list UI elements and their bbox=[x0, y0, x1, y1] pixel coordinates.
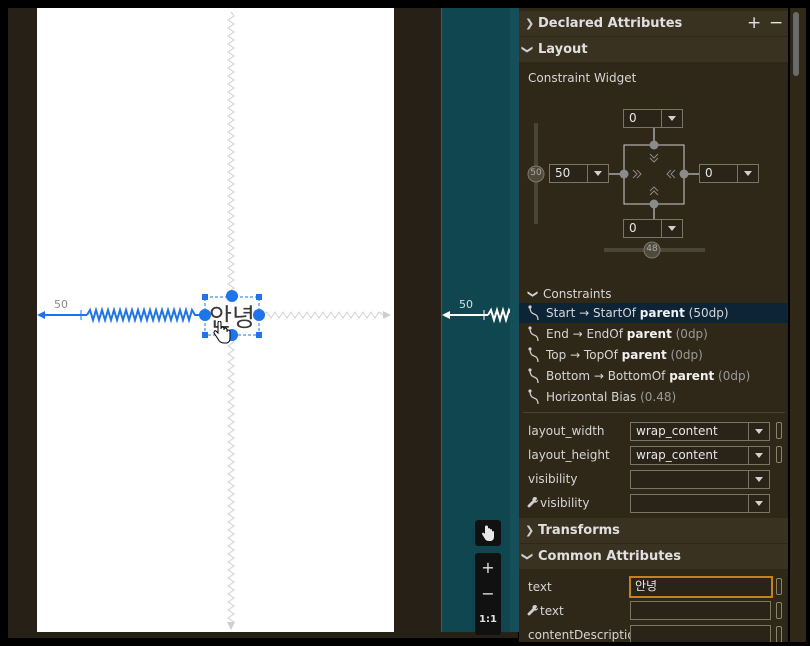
constraint-row-end[interactable]: End → EndOf parent (0dp) bbox=[519, 324, 788, 344]
blueprint-margin-label: 50 bbox=[459, 298, 473, 311]
dropdown-arrow-icon[interactable] bbox=[748, 447, 769, 464]
vertical-bias-marker[interactable]: 50 bbox=[528, 168, 544, 178]
attributes-panel: ❯ Declared Attributes + − ❯ Layout Const… bbox=[519, 8, 788, 642]
common-attributes-title: Common Attributes bbox=[538, 549, 681, 564]
constraint-widget-label: Constraint Widget bbox=[528, 71, 637, 85]
text-label: text bbox=[528, 580, 552, 594]
tools-visibility-label: visibility bbox=[540, 496, 590, 510]
declared-attributes-title: Declared Attributes bbox=[538, 16, 683, 31]
constraint-row-text: Start → StartOf parent (50dp) bbox=[546, 306, 729, 320]
blueprint-edge bbox=[510, 8, 519, 632]
resize-handle-top-right[interactable] bbox=[256, 294, 262, 300]
top-anchor-handle[interactable] bbox=[226, 290, 238, 302]
constraint-row-bottom[interactable]: Bottom → BottomOf parent (0dp) bbox=[519, 366, 788, 386]
layout-title: Layout bbox=[538, 42, 588, 57]
horizontal-bias-marker[interactable]: 48 bbox=[644, 244, 660, 254]
constraint-row-horizontal-bias[interactable]: Horizontal Bias (0.48) bbox=[519, 387, 788, 407]
tools-text-field[interactable] bbox=[630, 601, 771, 620]
layout-height-label: layout_height bbox=[528, 448, 610, 462]
tools-text-resource-button[interactable] bbox=[776, 602, 782, 619]
common-attributes-header[interactable]: ❯ Common Attributes bbox=[519, 544, 788, 569]
layout-width-value: wrap_content bbox=[636, 424, 718, 438]
resize-handle-bottom-left[interactable] bbox=[202, 332, 208, 338]
attributes-scrollbar[interactable] bbox=[790, 8, 806, 642]
constraint-row-text: Top → TopOf parent (0dp) bbox=[546, 348, 703, 362]
constraint-row-top[interactable]: Top → TopOf parent (0dp) bbox=[519, 345, 788, 365]
dropdown-arrow-icon[interactable] bbox=[587, 165, 608, 182]
transforms-header[interactable]: ❯ Transforms bbox=[519, 518, 788, 543]
declared-attributes-header[interactable]: ❯ Declared Attributes + − bbox=[519, 11, 788, 36]
top-margin-combo[interactable]: 0 bbox=[623, 109, 683, 128]
constraint-icon bbox=[528, 305, 539, 321]
constraints-title: Constraints bbox=[543, 287, 612, 301]
visibility-combo[interactable] bbox=[630, 470, 770, 489]
constraint-row-text: Horizontal Bias (0.48) bbox=[546, 390, 677, 404]
constraint-row-start[interactable]: Start → StartOf parent (50dp) bbox=[519, 303, 788, 323]
dropdown-arrow-icon[interactable] bbox=[748, 471, 769, 488]
tools-visibility-combo[interactable] bbox=[630, 494, 770, 513]
constraint-icon bbox=[528, 368, 539, 384]
end-margin-value: 0 bbox=[705, 166, 713, 180]
zoom-out-button[interactable]: − bbox=[475, 581, 501, 607]
bottom-margin-combo[interactable]: 0 bbox=[623, 219, 683, 238]
divider bbox=[523, 412, 785, 413]
constraint-row-text: Bottom → BottomOf parent (0dp) bbox=[546, 369, 751, 383]
layout-height-resource-button[interactable] bbox=[776, 446, 782, 463]
constraints-header[interactable]: ❯ Constraints bbox=[519, 284, 788, 304]
text-resource-button[interactable] bbox=[776, 578, 782, 595]
layout-width-label: layout_width bbox=[528, 424, 605, 438]
start-anchor-handle[interactable] bbox=[199, 309, 211, 321]
remove-attribute-button[interactable]: − bbox=[769, 11, 783, 36]
dropdown-arrow-icon[interactable] bbox=[661, 220, 682, 237]
content-description-field[interactable] bbox=[630, 625, 771, 642]
content-description-label: contentDescription bbox=[528, 628, 643, 642]
constraint-widget-graphic bbox=[527, 123, 705, 259]
layout-height-combo[interactable]: wrap_content bbox=[630, 446, 770, 465]
zoom-reset-button[interactable]: 1:1 bbox=[475, 607, 501, 633]
dropdown-arrow-icon[interactable] bbox=[737, 165, 758, 182]
start-margin-combo[interactable]: 50 bbox=[549, 164, 609, 183]
bottom-margin-value: 0 bbox=[629, 221, 637, 235]
dropdown-arrow-icon[interactable] bbox=[748, 495, 769, 512]
chevron-right-icon: ❯ bbox=[525, 524, 535, 537]
top-margin-value: 0 bbox=[629, 111, 637, 125]
constraint-row-text: End → EndOf parent (0dp) bbox=[546, 327, 708, 341]
dropdown-arrow-icon[interactable] bbox=[748, 423, 769, 440]
dropdown-arrow-icon[interactable] bbox=[661, 110, 682, 127]
chevron-down-icon: ❯ bbox=[521, 551, 535, 562]
constraint-icon bbox=[528, 347, 539, 363]
chevron-down-icon: ❯ bbox=[521, 44, 535, 55]
layout-header[interactable]: ❯ Layout bbox=[519, 37, 788, 62]
layout-width-resource-button[interactable] bbox=[776, 422, 782, 439]
layout-width-combo[interactable]: wrap_content bbox=[630, 422, 770, 441]
wrench-icon bbox=[527, 605, 538, 616]
scrollbar-thumb[interactable] bbox=[793, 12, 799, 76]
text-field[interactable]: 안녕 bbox=[629, 576, 773, 598]
visibility-label: visibility bbox=[528, 472, 578, 486]
add-attribute-button[interactable]: + bbox=[747, 11, 761, 36]
start-margin-value: 50 bbox=[555, 166, 571, 180]
content-description-resource-button[interactable] bbox=[776, 626, 782, 642]
margin-label: 50 bbox=[54, 298, 68, 311]
chevron-right-icon: ❯ bbox=[525, 17, 535, 30]
pan-tool-button[interactable] bbox=[475, 520, 501, 546]
transforms-title: Transforms bbox=[538, 523, 620, 538]
end-margin-combo[interactable]: 0 bbox=[699, 164, 759, 183]
resize-handle-bottom-right[interactable] bbox=[256, 332, 262, 338]
zoom-in-button[interactable]: + bbox=[475, 555, 501, 581]
end-anchor-handle[interactable] bbox=[253, 309, 265, 321]
hand-cursor-icon bbox=[213, 321, 231, 344]
design-canvas[interactable]: 50 안녕 bbox=[37, 8, 394, 632]
constraint-widget: 50 48 0 50 0 0 bbox=[519, 106, 788, 266]
constraint-icon bbox=[528, 326, 539, 342]
resize-handle-top-left[interactable] bbox=[202, 294, 208, 300]
chevron-down-icon: ❯ bbox=[527, 289, 539, 299]
constraint-icon bbox=[528, 389, 539, 405]
wrench-icon bbox=[527, 497, 538, 508]
layout-height-value: wrap_content bbox=[636, 448, 718, 462]
hand-icon bbox=[482, 525, 494, 541]
tools-text-label: text bbox=[540, 604, 564, 618]
